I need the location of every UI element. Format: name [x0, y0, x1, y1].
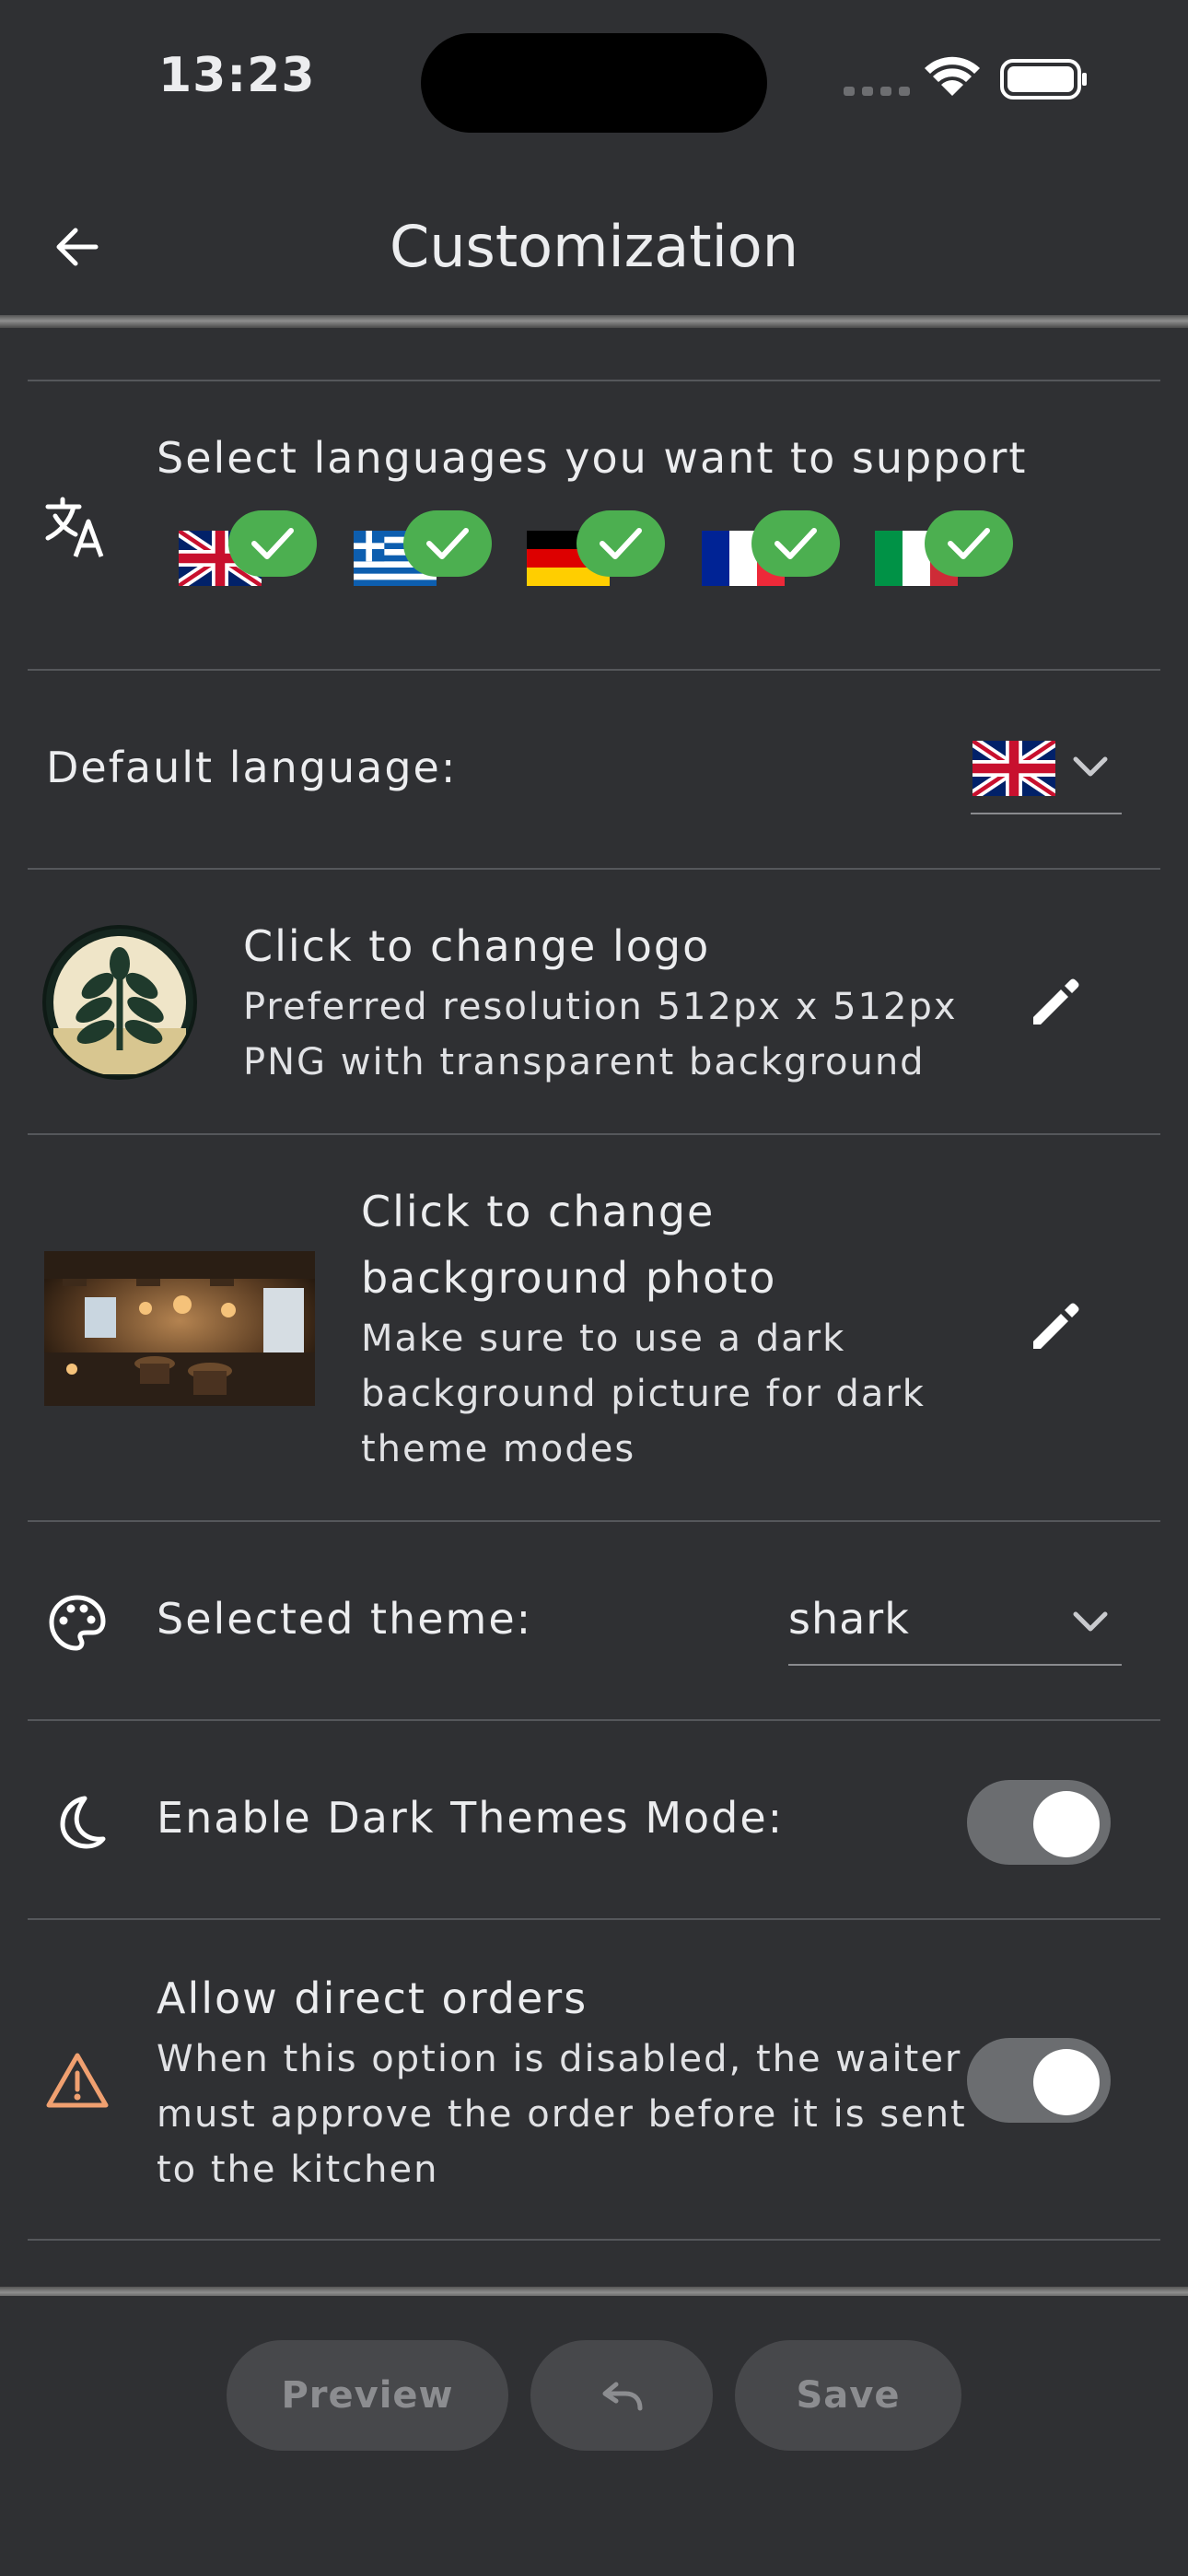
pencil-icon — [1033, 978, 1079, 1025]
arrow-back-icon — [56, 228, 99, 266]
status-time: 13:23 — [158, 48, 316, 103]
save-button[interactable]: Save — [735, 2340, 961, 2451]
dark-mode-label: Enable Dark Themes Mode: — [157, 1793, 785, 1843]
toggle-knob — [1033, 1791, 1100, 1857]
divider — [28, 1719, 1160, 1721]
direct-orders-title: Allow direct orders — [157, 1973, 588, 2023]
logo-resolution-text: Preferred resolution 512px x 512px — [243, 986, 958, 1028]
edit-logo-button[interactable] — [1019, 966, 1092, 1039]
chevron-down-icon — [1073, 1611, 1108, 1632]
default-language-dropdown[interactable] — [971, 737, 1122, 814]
background-desc-line3: theme modes — [361, 1428, 636, 1470]
chevron-down-icon — [1073, 756, 1108, 777]
check-icon — [403, 510, 492, 577]
languages-label: Select languages you want to support — [157, 433, 1028, 483]
uk-flag-icon — [973, 741, 1055, 796]
theme-value: shark — [788, 1594, 910, 1644]
undo-icon — [602, 2382, 643, 2411]
logo-image[interactable] — [42, 925, 197, 1080]
pencil-icon — [1033, 1303, 1079, 1349]
wifi-icon — [925, 56, 980, 96]
appbar-divider — [0, 315, 1188, 328]
battery-icon — [1000, 59, 1087, 100]
dark-mode-toggle[interactable] — [967, 1780, 1111, 1865]
logo-title[interactable]: Click to change logo — [243, 921, 710, 971]
edit-background-button[interactable] — [1019, 1290, 1092, 1364]
direct-orders-toggle[interactable] — [967, 2038, 1111, 2123]
divider — [28, 2239, 1160, 2241]
check-icon — [228, 510, 317, 577]
check-icon — [925, 510, 1013, 577]
preview-button[interactable]: Preview — [227, 2340, 508, 2451]
direct-orders-desc-line3: to the kitchen — [157, 2149, 439, 2191]
warning-icon — [42, 2045, 112, 2115]
theme-dropdown[interactable]: shark — [788, 1581, 1122, 1666]
status-icons — [844, 56, 1087, 100]
background-photo-thumbnail[interactable] — [44, 1251, 315, 1406]
moon-icon — [44, 1789, 111, 1856]
dropdown-underline — [971, 813, 1122, 814]
divider — [28, 669, 1160, 671]
divider — [28, 1918, 1160, 1920]
theme-label: Selected theme: — [157, 1594, 533, 1644]
background-title-line2[interactable]: background photo — [361, 1253, 776, 1303]
palette-icon — [44, 1590, 111, 1657]
check-icon — [751, 510, 840, 577]
background-title-line1[interactable]: Click to change — [361, 1187, 715, 1236]
dynamic-island — [421, 33, 767, 133]
check-icon — [577, 510, 665, 577]
divider — [28, 868, 1160, 870]
translate-icon — [42, 494, 109, 560]
divider — [28, 380, 1160, 381]
status-bar: 13:23 — [0, 0, 1188, 166]
direct-orders-desc-line1: When this option is disabled, the waiter — [157, 2038, 962, 2080]
divider — [28, 1520, 1160, 1522]
default-language-label: Default language: — [46, 743, 458, 792]
signal-icon — [844, 87, 910, 96]
background-desc-line2: background picture for dark — [361, 1373, 926, 1415]
toggle-knob — [1033, 2049, 1100, 2115]
app-bar: Customization — [0, 166, 1188, 321]
back-button[interactable] — [37, 206, 118, 287]
divider — [28, 1133, 1160, 1135]
undo-button[interactable] — [530, 2340, 713, 2451]
background-desc-line1: Make sure to use a dark — [361, 1317, 846, 1360]
logo-format-text: PNG with transparent background — [243, 1041, 926, 1083]
direct-orders-desc-line2: must approve the order before it is sent — [157, 2093, 967, 2136]
page-title: Customization — [389, 213, 799, 280]
dropdown-underline — [788, 1664, 1122, 1666]
